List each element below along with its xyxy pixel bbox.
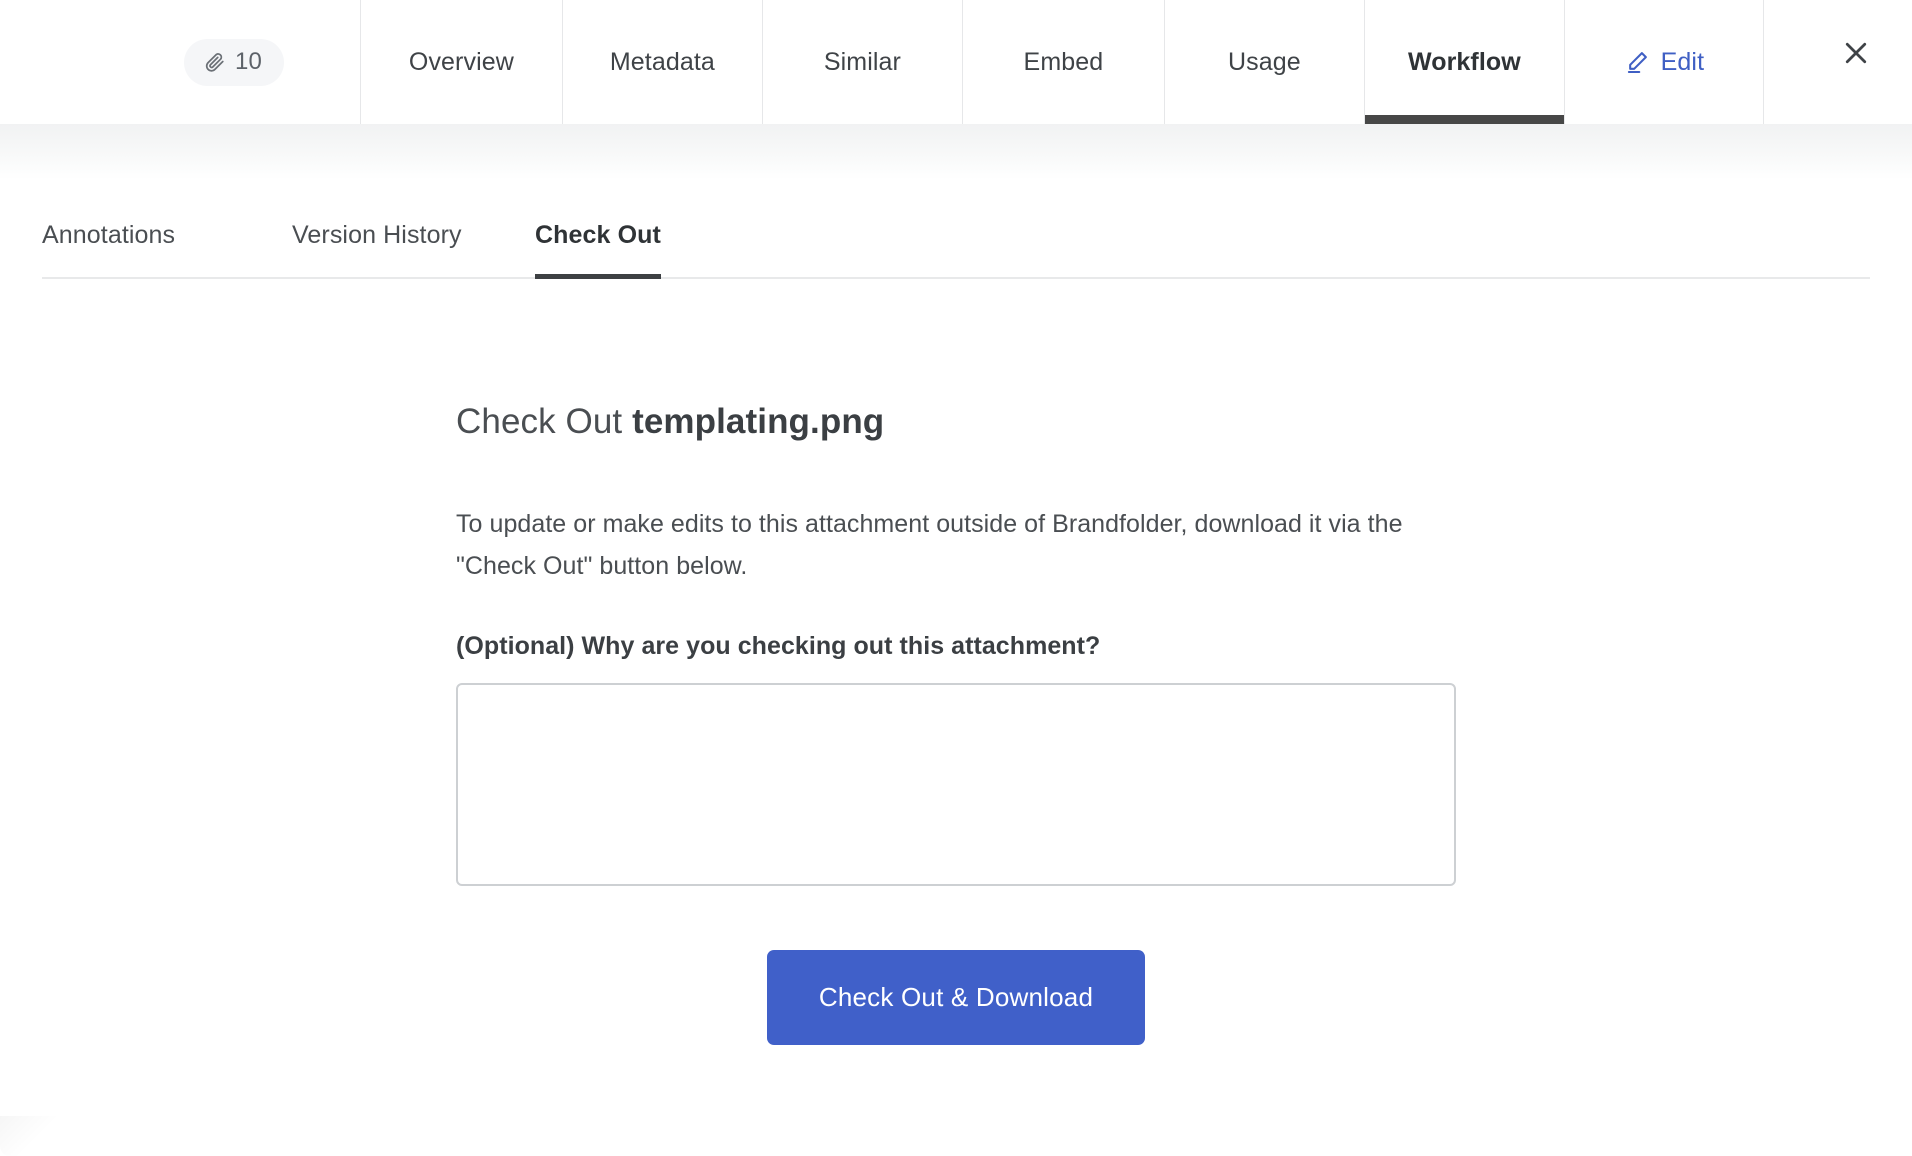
- tab-embed[interactable]: Embed: [961, 0, 1164, 124]
- subtab-annotations-label: Annotations: [42, 220, 176, 249]
- page-title-prefix: Check Out: [456, 402, 633, 441]
- tab-usage-label: Usage: [1228, 47, 1301, 76]
- intro-text: To update or make edits to this attachme…: [456, 510, 1403, 580]
- page-title: Check Out templating.png: [456, 401, 1912, 443]
- panel-corner-shadow: [0, 1116, 60, 1156]
- tab-embed-label: Embed: [1023, 47, 1104, 76]
- subtab-check-out[interactable]: Check Out: [535, 193, 661, 279]
- close-button[interactable]: [1800, 0, 1912, 110]
- action-row: Check Out & Download: [456, 950, 1456, 1045]
- tab-overview[interactable]: Overview: [359, 0, 562, 124]
- paperclip-icon: [204, 51, 226, 73]
- tab-usage[interactable]: Usage: [1163, 0, 1364, 124]
- tab-workflow-label: Workflow: [1407, 47, 1521, 76]
- top-tabs: Overview Metadata Similar Embed Usage Wo…: [359, 0, 1764, 124]
- attachment-detail-panel: 10 Overview Metadata Similar Embed Usage…: [0, 0, 1912, 1156]
- notes-field-label: (Optional) Why are you checking out this…: [456, 632, 1101, 660]
- page-title-filename: templating.png: [632, 402, 885, 441]
- top-tab-bar: 10 Overview Metadata Similar Embed Usage…: [0, 0, 1912, 124]
- attachment-count-badge[interactable]: 10: [184, 38, 284, 86]
- tab-metadata-label: Metadata: [609, 47, 715, 76]
- subtab-annotations[interactable]: Annotations: [42, 193, 292, 277]
- sub-tab-bar: Annotations Version History Check Out: [0, 193, 1912, 279]
- topbar-shadow-gradient: [0, 124, 1912, 180]
- tab-similar[interactable]: Similar: [761, 0, 962, 124]
- check-out-reason-input[interactable]: [456, 683, 1456, 886]
- sub-tabs: Annotations Version History Check Out: [42, 193, 1870, 279]
- attachment-count-label: 10: [235, 48, 262, 75]
- topbar-left-spacer: [0, 0, 184, 124]
- check-out-and-download-button[interactable]: Check Out & Download: [766, 950, 1146, 1045]
- subtab-version-history-label: Version History: [292, 220, 462, 249]
- tab-metadata[interactable]: Metadata: [561, 0, 762, 124]
- check-out-panel: Check Out templating.png To update or ma…: [0, 279, 1912, 1045]
- close-icon: [1841, 38, 1871, 73]
- pencil-icon: [1624, 49, 1650, 75]
- tab-workflow[interactable]: Workflow: [1363, 0, 1564, 124]
- tab-overview-label: Overview: [408, 47, 514, 76]
- subtab-check-out-label: Check Out: [535, 220, 661, 249]
- subtab-version-history[interactable]: Version History: [292, 193, 535, 277]
- edit-button-label: Edit: [1660, 47, 1705, 76]
- edit-button[interactable]: Edit: [1563, 0, 1764, 124]
- tab-similar-label: Similar: [823, 47, 901, 76]
